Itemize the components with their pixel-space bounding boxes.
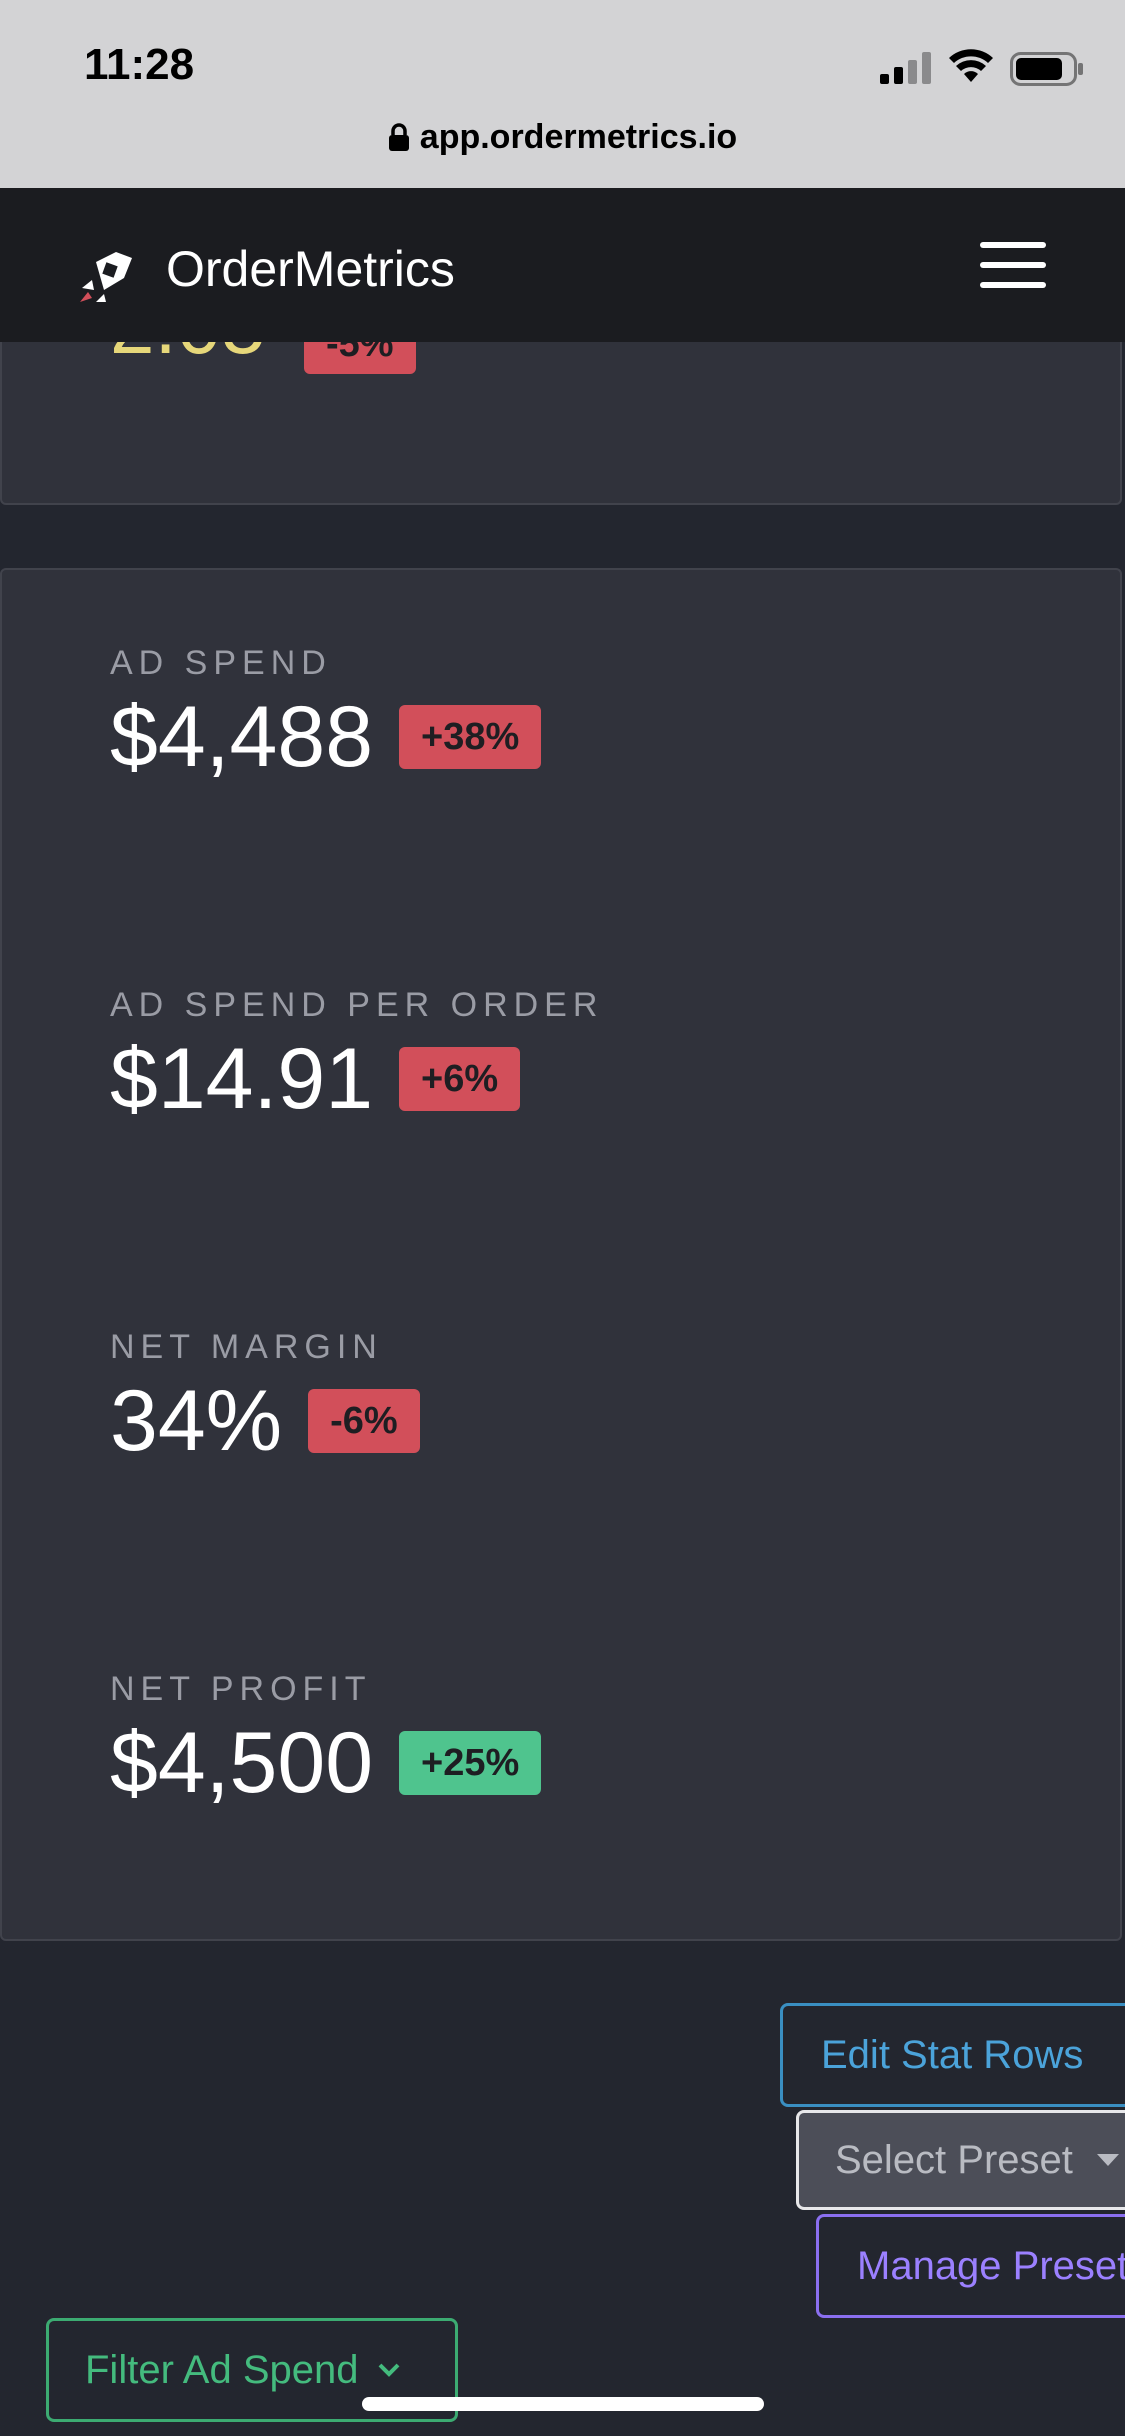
select-preset-dropdown[interactable]: Select Preset	[796, 2110, 1125, 2210]
change-badge: +38%	[399, 705, 542, 769]
hamburger-menu-icon[interactable]	[980, 242, 1046, 288]
brand-name[interactable]: OrderMetrics	[166, 240, 455, 298]
stat-net-profit: NET PROFIT $4,500 +25%	[110, 1670, 542, 1813]
wifi-icon	[949, 49, 993, 82]
manage-presets-label: Manage Presets	[857, 2244, 1125, 2288]
change-badge: +6%	[399, 1047, 521, 1111]
edit-stat-rows-button[interactable]: Edit Stat Rows	[780, 2003, 1125, 2107]
battery-icon	[1010, 52, 1083, 86]
stat-value: $4,500	[110, 1715, 374, 1811]
stat-label: NET PROFIT	[110, 1670, 372, 1708]
manage-presets-button[interactable]: Manage Presets	[816, 2214, 1125, 2318]
stat-value: $4,488	[110, 689, 374, 785]
caret-down-icon	[1096, 2154, 1119, 2166]
status-time: 11:28	[84, 40, 195, 89]
change-badge: +25%	[399, 1731, 542, 1795]
browser-status-area: 11:28 app.ordermetrics.io	[0, 0, 1125, 188]
lock-icon	[388, 123, 409, 151]
cellular-signal-icon	[880, 52, 931, 84]
select-preset-label: Select Preset	[835, 2138, 1073, 2182]
chevron-down-icon	[378, 2363, 399, 2377]
stat-label: AD SPEND PER ORDER	[110, 986, 604, 1024]
edit-stat-rows-label: Edit Stat Rows	[821, 2033, 1084, 2077]
stat-label: NET MARGIN	[110, 1328, 383, 1366]
rocket-logo-icon	[80, 252, 132, 302]
home-indicator[interactable]	[362, 2397, 764, 2411]
stats-card: AD SPEND $4,488 +38% AD SPEND PER ORDER …	[0, 568, 1122, 1941]
url-bar[interactable]: app.ordermetrics.io	[0, 118, 1125, 157]
url-text: app.ordermetrics.io	[419, 118, 738, 156]
change-badge: -6%	[308, 1389, 420, 1453]
top-navbar: OrderMetrics	[0, 188, 1125, 342]
stat-net-margin: NET MARGIN 34% -6%	[110, 1328, 420, 1471]
stat-label: AD SPEND	[110, 644, 332, 682]
stat-value: $14.91	[110, 1031, 374, 1127]
stat-ad-spend-per-order: AD SPEND PER ORDER $14.91 +6%	[110, 986, 603, 1129]
filter-ad-spend-label: Filter Ad Spend	[85, 2348, 359, 2392]
stat-value: 34%	[110, 1373, 283, 1469]
stat-ad-spend: AD SPEND $4,488 +38%	[110, 644, 542, 787]
